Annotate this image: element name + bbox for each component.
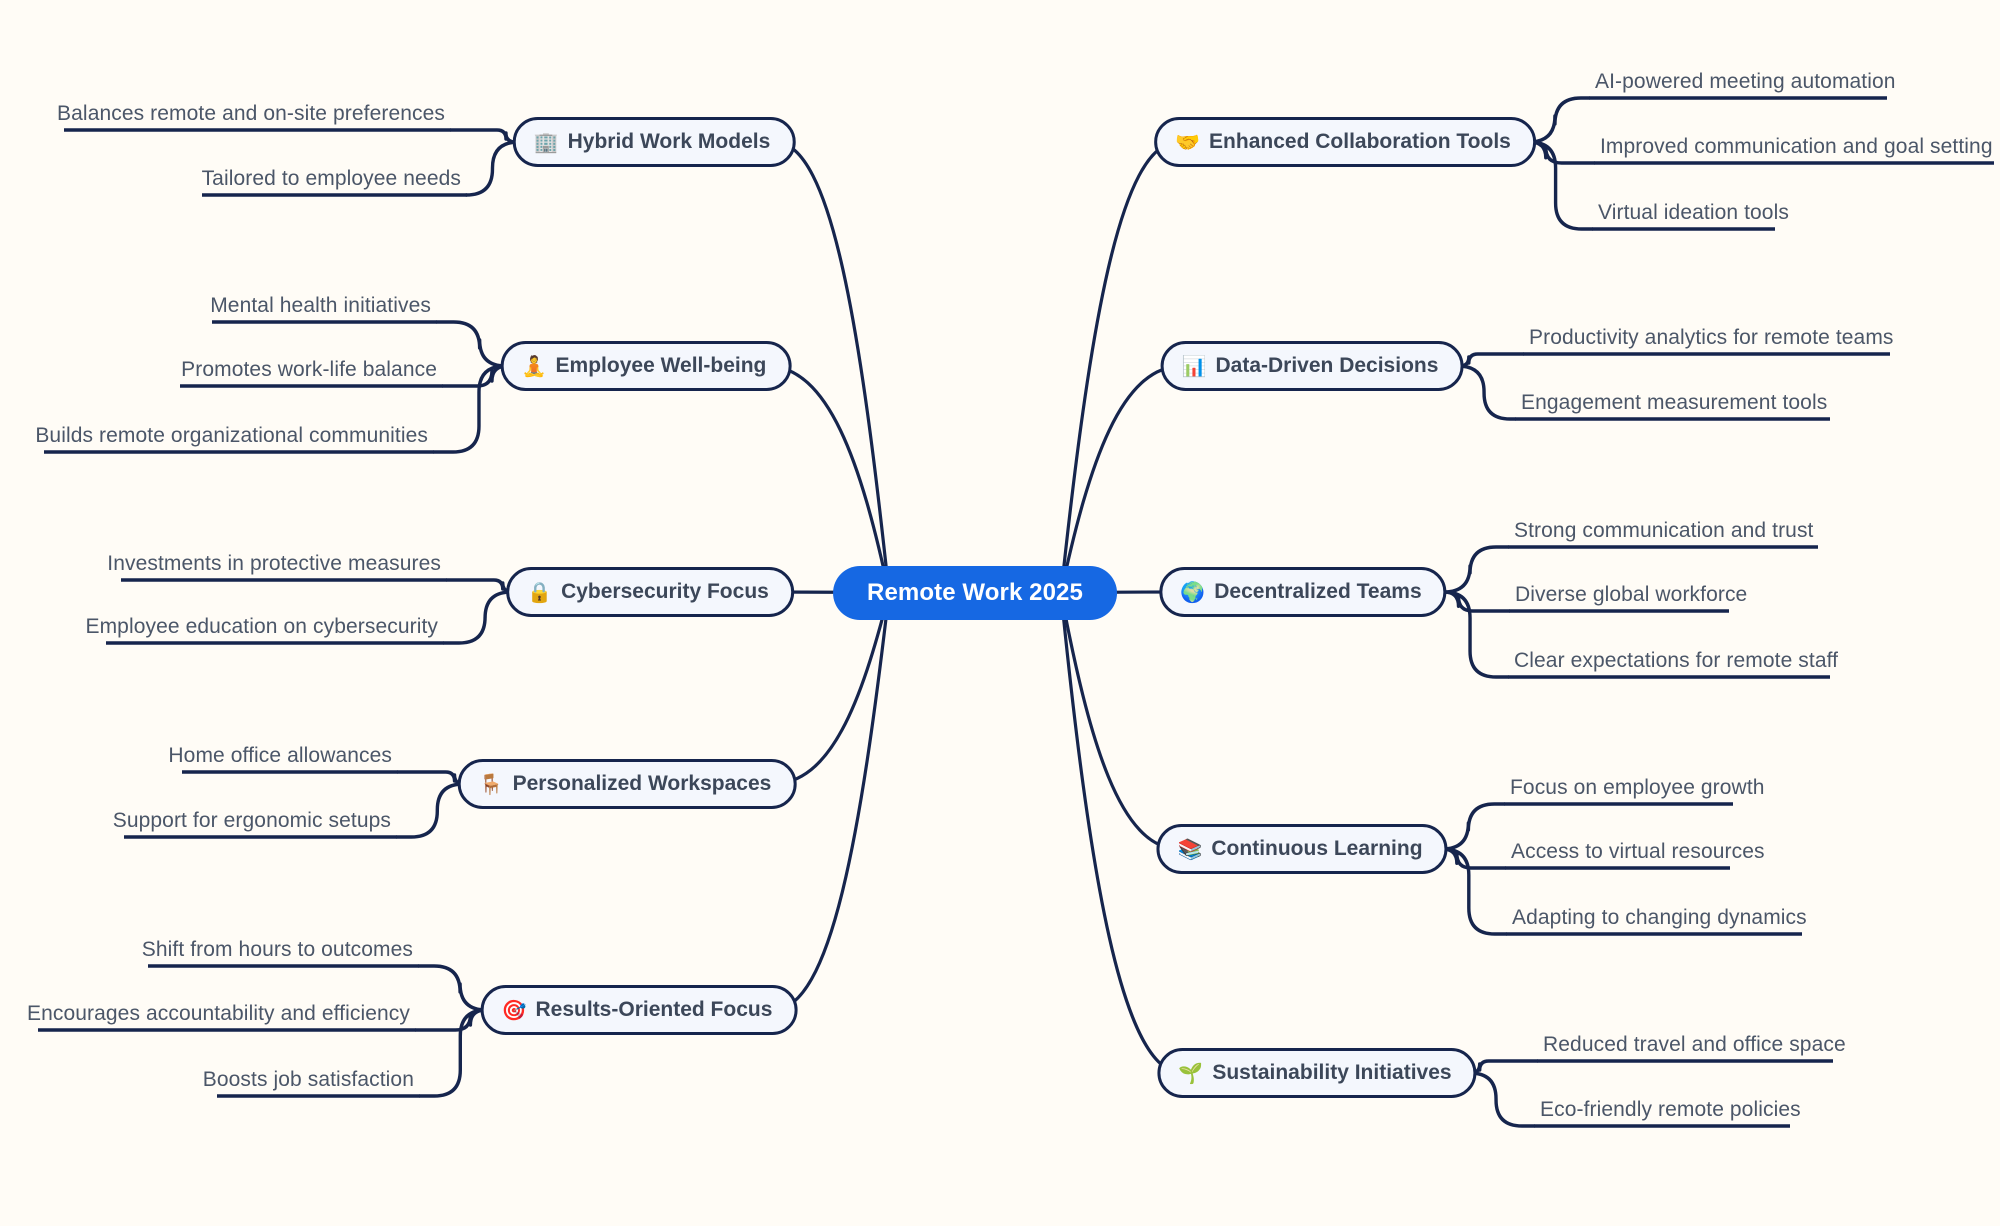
branch-node-sustainability-initiatives[interactable]: 🌱 Sustainability Initiatives (1157, 1048, 1477, 1098)
office-building-icon: 🏢 (533, 129, 559, 154)
branch-node-continuous-learning[interactable]: 📚 Continuous Learning (1156, 824, 1448, 874)
leaf-label[interactable]: Improved communication and goal setting (1600, 136, 1993, 157)
leaf-label[interactable]: Mental health initiatives (210, 295, 431, 316)
branch-node-label: Sustainability Initiatives (1212, 1061, 1452, 1084)
bar-chart-icon: 📊 (1181, 353, 1207, 378)
leaf-label[interactable]: Shift from hours to outcomes (142, 939, 413, 960)
leaf-label[interactable]: Investments in protective measures (107, 553, 441, 574)
leaf-label[interactable]: Adapting to changing dynamics (1512, 907, 1807, 928)
branch-node-label: Employee Well-being (555, 354, 767, 377)
branch-node-label: Results-Oriented Focus (535, 998, 773, 1021)
seedling-icon: 🌱 (1178, 1060, 1204, 1085)
books-icon: 📚 (1177, 836, 1203, 861)
leaf-label[interactable]: Builds remote organizational communities (35, 425, 428, 446)
leaf-label[interactable]: Engagement measurement tools (1521, 392, 1827, 413)
leaf-label[interactable]: Focus on employee growth (1510, 777, 1765, 798)
leaf-label[interactable]: Virtual ideation tools (1598, 202, 1789, 223)
leaf-label[interactable]: Home office allowances (168, 745, 392, 766)
leaf-label[interactable]: Clear expectations for remote staff (1514, 650, 1838, 671)
branch-node-data-driven-decisions[interactable]: 📊 Data-Driven Decisions (1160, 341, 1464, 391)
branch-node-results-oriented-focus[interactable]: 🎯 Results-Oriented Focus (480, 985, 798, 1035)
leaf-label[interactable]: Support for ergonomic setups (113, 810, 391, 831)
mindmap-canvas: 🏢 Hybrid Work Models Balances remote and o… (0, 0, 2000, 1226)
branch-node-personalized-workspaces[interactable]: 🪑 Personalized Workspaces (457, 759, 797, 809)
leaf-label[interactable]: Balances remote and on-site preferences (57, 103, 445, 124)
branch-node-enhanced-collaboration-tools[interactable]: 🤝 Enhanced Collaboration Tools (1154, 117, 1536, 167)
leaf-label[interactable]: Employee education on cybersecurity (85, 616, 438, 637)
target-icon: 🎯 (501, 997, 527, 1022)
branch-node-label: Enhanced Collaboration Tools (1209, 130, 1511, 153)
root-node[interactable]: Remote Work 2025 (833, 566, 1117, 620)
chair-icon: 🪑 (478, 771, 504, 796)
branch-node-label: Personalized Workspaces (512, 772, 772, 795)
leaf-label[interactable]: Promotes work-life balance (181, 359, 437, 380)
leaf-label[interactable]: Encourages accountability and efficiency (27, 1003, 410, 1024)
branch-node-label: Decentralized Teams (1214, 580, 1422, 603)
branch-node-decentralized-teams[interactable]: 🌍 Decentralized Teams (1159, 567, 1447, 617)
leaf-label[interactable]: Eco-friendly remote policies (1540, 1099, 1801, 1120)
branch-node-hybrid-work-models[interactable]: 🏢 Hybrid Work Models (512, 117, 796, 167)
mindmap-node-layer: 🏢 Hybrid Work Models Balances remote and o… (0, 0, 2000, 1226)
leaf-label[interactable]: Tailored to employee needs (202, 168, 461, 189)
branch-node-label: Cybersecurity Focus (561, 580, 769, 603)
branch-node-label: Hybrid Work Models (567, 130, 771, 153)
leaf-label[interactable]: Boosts job satisfaction (203, 1069, 414, 1090)
leaf-label[interactable]: AI-powered meeting automation (1595, 71, 1896, 92)
leaf-label[interactable]: Strong communication and trust (1514, 520, 1813, 541)
globe-icon: 🌍 (1180, 579, 1206, 604)
meditation-person-icon: 🧘 (521, 353, 547, 378)
lock-icon: 🔒 (527, 579, 553, 604)
branch-node-label: Data-Driven Decisions (1215, 354, 1439, 377)
leaf-label[interactable]: Productivity analytics for remote teams (1529, 327, 1894, 348)
leaf-label[interactable]: Diverse global workforce (1515, 584, 1747, 605)
leaf-label[interactable]: Reduced travel and office space (1543, 1034, 1846, 1055)
branch-node-label: Continuous Learning (1211, 837, 1423, 860)
branch-node-employee-well-being[interactable]: 🧘 Employee Well-being (500, 341, 792, 391)
leaf-label[interactable]: Access to virtual resources (1511, 841, 1765, 862)
branch-node-cybersecurity-focus[interactable]: 🔒 Cybersecurity Focus (506, 567, 794, 617)
handshake-icon: 🤝 (1175, 129, 1201, 154)
